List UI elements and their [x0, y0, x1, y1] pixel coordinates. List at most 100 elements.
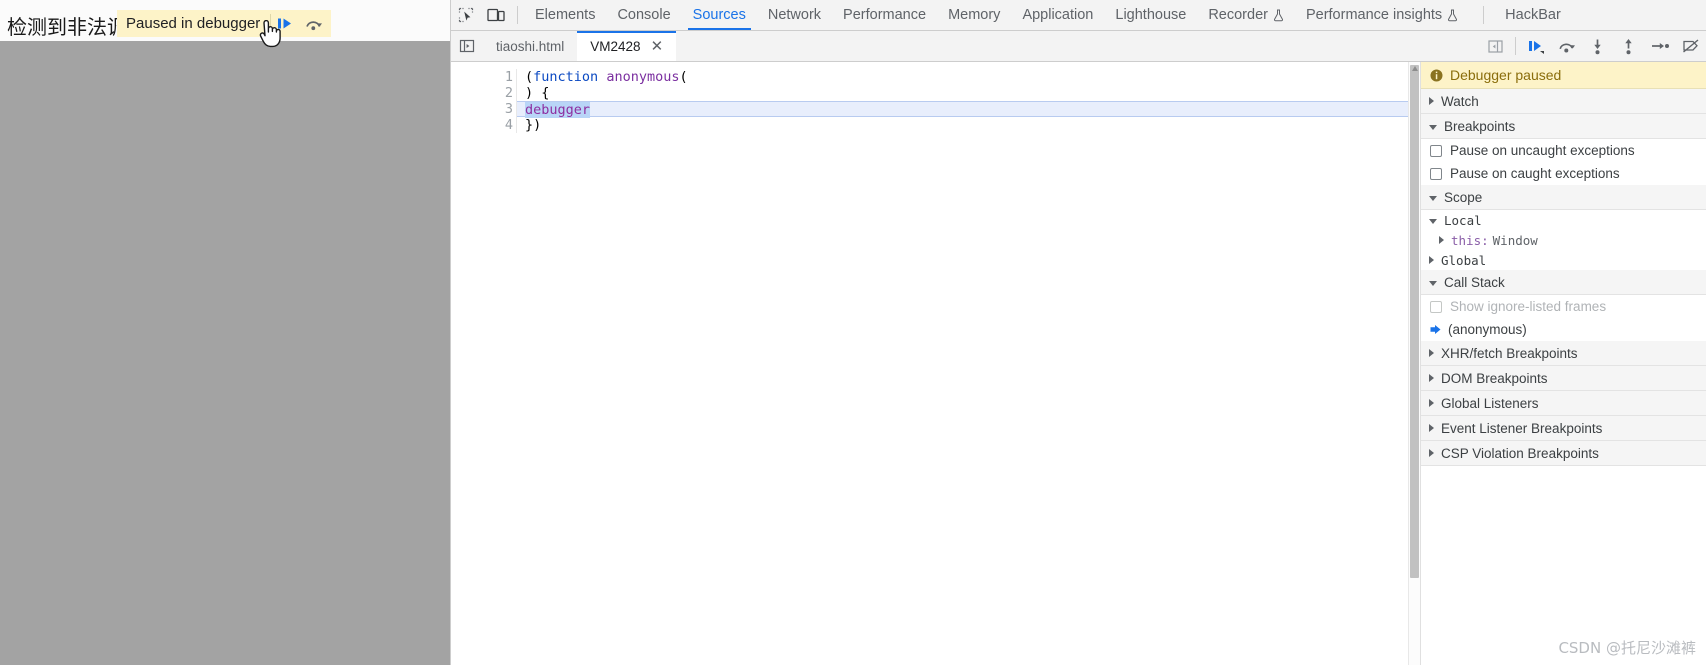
tab-elements[interactable]: Elements [524, 0, 606, 30]
tab-console-label: Console [617, 7, 671, 23]
show-debugger-sidebar-button[interactable] [1480, 31, 1511, 62]
watch-section[interactable]: Watch [1421, 89, 1706, 114]
xhr-fetch-breakpoints-label: XHR/fetch Breakpoints [1441, 345, 1578, 361]
chevron-right-icon [1429, 349, 1434, 357]
tab-sources[interactable]: Sources [682, 0, 757, 30]
tab-recorder[interactable]: Recorder [1197, 0, 1295, 30]
file-tab-tiaoshi-html[interactable]: tiaoshi.html [483, 31, 577, 61]
debugger-controls-divider [1515, 37, 1516, 55]
show-ignore-listed-frames-checkbox[interactable] [1430, 300, 1442, 313]
tab-elements-label: Elements [535, 7, 596, 23]
tab-sources-label: Sources [692, 7, 746, 23]
sources-subbar: tiaoshi.html VM2428 ✕ [451, 31, 1706, 62]
xhr-fetch-breakpoints-section[interactable]: XHR/fetch Breakpoints [1421, 341, 1706, 366]
resume-icon [1528, 41, 1544, 54]
pause-on-uncaught-exceptions-label: Pause on uncaught exceptions [1450, 143, 1635, 158]
csp-violation-breakpoints-section[interactable]: CSP Violation Breakpoints [1421, 441, 1706, 466]
overlay-step-over-button[interactable] [299, 12, 327, 36]
global-listeners-section[interactable]: Global Listeners [1421, 391, 1706, 416]
paused-in-debugger-overlay: Paused in debugger [117, 10, 332, 37]
file-tab-vm2428[interactable]: VM2428 ✕ [577, 31, 677, 61]
code-lines: (function anonymous( ) { debugger }) [517, 69, 1420, 133]
code-editor[interactable]: 1 2 3 4 (function anonymous( ) { debugge… [451, 62, 1421, 665]
tab-performance-insights[interactable]: Performance insights [1295, 0, 1469, 30]
tab-hackbar-label: HackBar [1505, 7, 1561, 23]
tab-recorder-label: Recorder [1208, 7, 1268, 23]
devtools-panel: Elements Console Sources Network Perform… [450, 0, 1706, 665]
csdn-watermark: CSDN @托尼沙滩裤 [1558, 637, 1696, 658]
chevron-down-icon [1429, 124, 1437, 130]
current-frame-arrow-icon [1430, 325, 1441, 334]
call-stack-section[interactable]: Call Stack [1421, 270, 1706, 295]
show-ignore-listed-frames-row[interactable]: Show ignore-listed frames [1421, 295, 1706, 318]
tab-performance-label: Performance [843, 7, 927, 23]
watermark-prefix: CSDN @ [1558, 639, 1621, 657]
code-line-3-executing: debugger [517, 101, 1420, 118]
experiment-flask-icon [1447, 9, 1458, 22]
debugger-controls [1480, 31, 1706, 61]
tab-console[interactable]: Console [606, 0, 681, 30]
call-stack-frame-anonymous[interactable]: (anonymous) [1421, 318, 1706, 341]
tab-performance-insights-label: Performance insights [1305, 7, 1443, 23]
breakpoints-section-label: Breakpoints [1444, 118, 1516, 134]
scope-local[interactable]: Local [1421, 210, 1706, 230]
close-icon[interactable]: ✕ [651, 39, 664, 54]
scope-section[interactable]: Scope [1421, 185, 1706, 210]
event-listener-breakpoints-label: Event Listener Breakpoints [1441, 420, 1603, 436]
resume-script-execution-button[interactable] [1520, 31, 1551, 62]
tab-memory[interactable]: Memory [937, 0, 1011, 30]
file-tab-tiaoshi-html-label: tiaoshi.html [496, 38, 565, 54]
step-button[interactable] [1644, 31, 1675, 62]
paren-token: ( [679, 69, 688, 85]
tab-hackbar[interactable]: HackBar [1494, 0, 1572, 30]
editor-vertical-scrollbar[interactable] [1408, 62, 1420, 665]
toolbar-divider [517, 6, 518, 24]
pause-on-caught-exceptions-row[interactable]: Pause on caught exceptions [1421, 162, 1706, 185]
debugger-statement-token: debugger [525, 102, 591, 118]
tab-application-label: Application [1022, 7, 1094, 23]
step-over-next-call-button[interactable] [1551, 31, 1582, 62]
watermark-author: 托尼沙滩裤 [1620, 639, 1696, 657]
resume-script-icon [277, 18, 291, 29]
step-out-of-current-function-button[interactable] [1613, 31, 1644, 62]
brace-token: }) [525, 117, 542, 133]
show-navigator-icon [459, 39, 475, 53]
global-listeners-label: Global Listeners [1441, 395, 1539, 411]
scope-this-window[interactable]: this: Window [1421, 230, 1706, 250]
chevron-right-icon [1429, 97, 1434, 105]
step-into-next-call-button[interactable] [1582, 31, 1613, 62]
event-listener-breakpoints-section[interactable]: Event Listener Breakpoints [1421, 416, 1706, 441]
step-over-icon [1559, 43, 1575, 53]
tab-network[interactable]: Network [757, 0, 832, 30]
watch-section-label: Watch [1441, 93, 1479, 109]
web-page-pane: 检测到非法调 Paused in debugger [0, 0, 450, 665]
step-into-icon [1594, 39, 1601, 54]
inspect-element-button[interactable] [451, 0, 481, 30]
breakpoints-section[interactable]: Breakpoints [1421, 114, 1706, 139]
experiment-flask-icon [1273, 9, 1284, 22]
tab-application[interactable]: Application [1011, 0, 1104, 30]
show-navigator-button[interactable] [451, 31, 483, 61]
deactivate-breakpoints-icon [1682, 39, 1698, 53]
toggle-device-toolbar-button[interactable] [481, 0, 511, 30]
scrollbar-thumb[interactable] [1410, 65, 1419, 578]
scroll-up-arrow-icon[interactable] [1411, 65, 1419, 73]
pause-on-uncaught-exceptions-row[interactable]: Pause on uncaught exceptions [1421, 139, 1706, 162]
tab-performance[interactable]: Performance [832, 0, 937, 30]
paused-in-debugger-message: Paused in debugger [126, 15, 261, 32]
paren-token: ( [525, 69, 534, 85]
dom-breakpoints-section[interactable]: DOM Breakpoints [1421, 366, 1706, 391]
illegal-debug-warning-text: 检测到非法调 [7, 15, 127, 39]
sidebar-empty-space [1421, 466, 1706, 626]
debugger-paused-text: Debugger paused [1450, 67, 1562, 83]
scope-this-key: this: [1451, 232, 1489, 248]
line-number: 4 [504, 117, 513, 133]
pause-on-uncaught-exceptions-checkbox[interactable] [1430, 144, 1442, 157]
overlay-resume-button[interactable] [271, 12, 299, 36]
inspect-element-icon [458, 7, 474, 23]
tab-lighthouse[interactable]: Lighthouse [1104, 0, 1197, 30]
code-wrap: 1 2 3 4 (function anonymous( ) { debugge… [451, 62, 1420, 133]
deactivate-breakpoints-button[interactable] [1675, 31, 1706, 62]
scope-global[interactable]: Global [1421, 250, 1706, 270]
pause-on-caught-exceptions-checkbox[interactable] [1430, 167, 1442, 180]
